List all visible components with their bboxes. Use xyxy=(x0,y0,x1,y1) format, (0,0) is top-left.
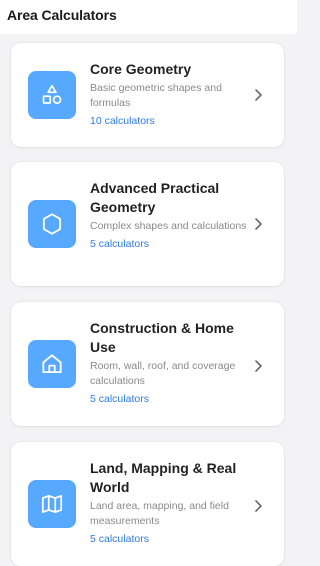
chevron-right-icon xyxy=(254,359,263,373)
card-description: Room, wall, roof, and coverage calculati… xyxy=(90,360,236,387)
shapes-icon xyxy=(28,71,76,119)
page-title: Area Calculators xyxy=(7,7,117,23)
category-card-core-geometry[interactable]: Core Geometry Basic geometric shapes and… xyxy=(11,43,284,147)
card-description: Complex shapes and calculations xyxy=(90,220,247,232)
card-title: Advanced Practical Geometry xyxy=(90,180,220,215)
chevron-right-icon xyxy=(254,88,263,102)
calculator-count: 10 calculators xyxy=(90,115,155,127)
calculator-count: 5 calculators xyxy=(90,393,149,405)
card-title: Land, Mapping & Real World xyxy=(90,460,237,495)
card-text: Advanced Practical Geometry Complex shap… xyxy=(90,179,248,251)
card-description: Basic geometric shapes and formulas xyxy=(90,82,222,109)
card-text: Core Geometry Basic geometric shapes and… xyxy=(90,60,248,128)
card-text: Construction & Home Use Room, wall, roof… xyxy=(90,319,248,406)
card-title: Core Geometry xyxy=(90,61,192,77)
home-icon xyxy=(28,340,76,388)
card-title: Construction & Home Use xyxy=(90,320,234,355)
card-description: Land area, mapping, and field measuremen… xyxy=(90,500,229,527)
chevron-right-icon xyxy=(254,217,263,231)
card-text: Land, Mapping & Real World Land area, ma… xyxy=(90,459,248,546)
calculator-count: 5 calculators xyxy=(90,238,149,250)
map-icon xyxy=(28,480,76,528)
category-card-land-mapping-real-world[interactable]: Land, Mapping & Real World Land area, ma… xyxy=(11,442,284,566)
hexagon-icon xyxy=(28,200,76,248)
chevron-right-icon xyxy=(254,499,263,513)
category-card-advanced-practical-geometry[interactable]: Advanced Practical Geometry Complex shap… xyxy=(11,162,284,286)
app-header: Area Calculators xyxy=(0,0,297,34)
category-card-construction-home-use[interactable]: Construction & Home Use Room, wall, roof… xyxy=(11,302,284,426)
calculator-count: 5 calculators xyxy=(90,533,149,545)
